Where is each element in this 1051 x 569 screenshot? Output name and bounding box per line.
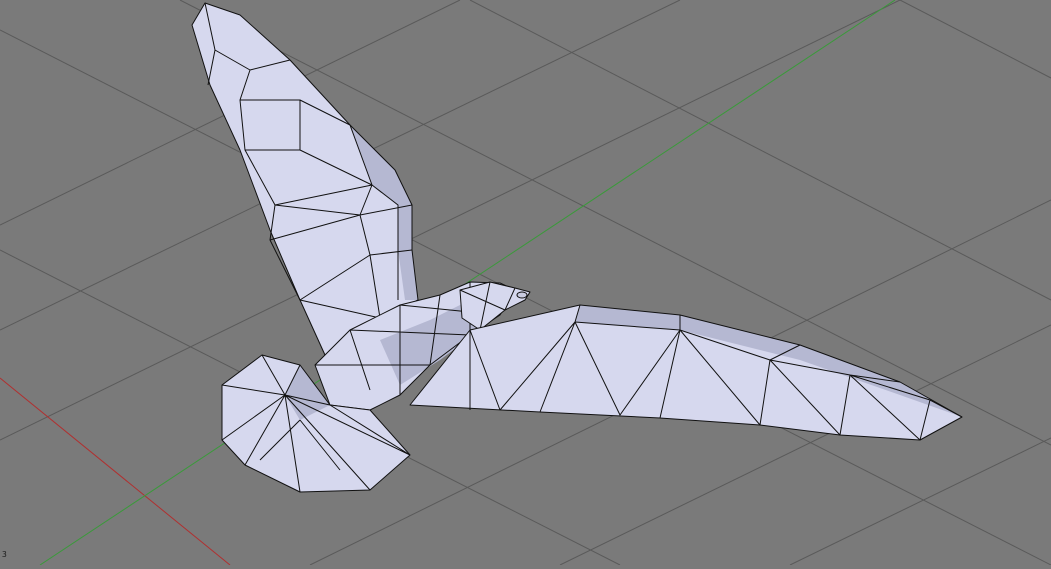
grid-line: [789, 437, 1051, 566]
bird-beak: [516, 291, 528, 299]
3d-viewport[interactable]: 3: [0, 0, 1051, 566]
grid-line: [469, 0, 1051, 301]
bird-mesh[interactable]: [191, 2, 963, 493]
viewport-canvas[interactable]: [0, 0, 1051, 566]
corner-label: 3: [2, 550, 7, 559]
y-axis-line: [39, 0, 896, 566]
floor-grid: [0, 0, 1051, 566]
right-wing[interactable]: [409, 304, 963, 441]
left-wing[interactable]: [191, 2, 419, 356]
grid-line: [899, 0, 1051, 79]
x-axis-line: [0, 377, 231, 566]
